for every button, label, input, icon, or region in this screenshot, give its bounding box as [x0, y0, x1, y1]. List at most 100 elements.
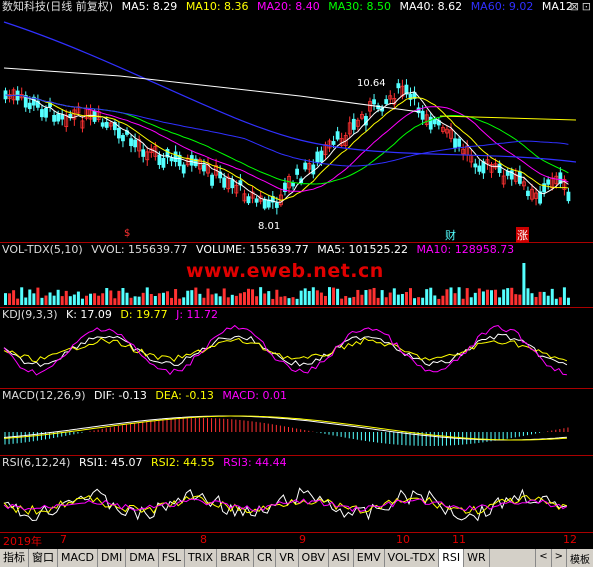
volume-bar [433, 295, 437, 305]
volume-bar [469, 297, 473, 305]
year-label: 2019年 [3, 535, 42, 548]
scroll-right-button[interactable]: > [550, 549, 566, 567]
template-button[interactable]: 模板 [566, 549, 593, 567]
candle-body [295, 168, 300, 175]
tab-emv[interactable]: EMV [354, 549, 385, 567]
volume-bar [429, 287, 433, 305]
tab-trix[interactable]: TRIX [185, 549, 218, 567]
volume-bar [85, 295, 88, 305]
candle-body [311, 164, 316, 175]
volume-bar [202, 297, 206, 305]
volume-bar [222, 288, 226, 305]
candle-body [254, 198, 259, 203]
tab-dmi[interactable]: DMI [98, 549, 127, 567]
volume-bar [506, 288, 510, 305]
candle-body [189, 155, 194, 166]
rsi1-line [3, 487, 568, 522]
volume-bar [473, 292, 477, 305]
candle-body [173, 151, 178, 162]
candle-body [291, 182, 295, 187]
volume-bar [384, 297, 388, 305]
kdj-lines [3, 324, 568, 376]
volume-bar [352, 296, 356, 305]
volume-bar [247, 288, 250, 305]
high-price-label: 10.64 [357, 78, 386, 89]
limit-up-marker[interactable]: 涨 [516, 227, 529, 243]
volume-bar [44, 295, 48, 305]
candle-body [181, 164, 186, 174]
volume-bar [56, 289, 60, 305]
candle-body [266, 199, 271, 208]
volume-bar [534, 296, 538, 305]
volume-bar [113, 298, 117, 305]
tab-cr[interactable]: CR [254, 549, 277, 567]
ma10-line [5, 94, 569, 201]
volume-bar [340, 298, 344, 305]
volume-bar [4, 293, 7, 305]
volume-bar [234, 295, 238, 305]
volume-bar [550, 288, 554, 305]
tab-vr[interactable]: VR [276, 549, 299, 567]
volume-bar [319, 292, 323, 305]
volume-bar [518, 294, 522, 305]
volume-bar [490, 290, 493, 305]
candle-body [315, 151, 320, 163]
candle-body [141, 149, 146, 157]
tab-obv[interactable]: OBV [299, 549, 329, 567]
volume-bar [141, 292, 145, 305]
tab-indicators[interactable]: 指标 [0, 549, 29, 567]
volume-bar [255, 296, 259, 305]
volume-bar [348, 297, 352, 305]
finance-marker[interactable]: 财 [445, 227, 456, 243]
volume-bar [279, 296, 283, 305]
tab-vol-tdx[interactable]: VOL-TDX [385, 549, 440, 567]
tab-dma[interactable]: DMA [126, 549, 159, 567]
month-label: 9 [299, 533, 306, 546]
tab-asi[interactable]: ASI [329, 549, 354, 567]
volume-bar [453, 293, 457, 305]
volume-bar [238, 293, 242, 305]
volume-bar [157, 293, 161, 305]
volume-bar [89, 293, 93, 305]
candle-body [396, 83, 401, 89]
volume-bar [117, 290, 121, 305]
scroll-left-button[interactable]: < [535, 549, 550, 567]
volume-bar [72, 294, 76, 305]
volume-bar [93, 293, 97, 305]
tab-window[interactable]: 窗口 [29, 549, 58, 567]
candle-body [335, 131, 340, 140]
volume-bar [178, 298, 182, 305]
volume-bar [48, 292, 52, 305]
candle-body [303, 162, 308, 170]
tab-macd[interactable]: MACD [58, 549, 98, 567]
volume-bar [190, 290, 194, 305]
candle-body [372, 99, 376, 105]
month-label: 8 [200, 533, 207, 546]
volume-bar [194, 287, 198, 305]
volume-bar [315, 290, 319, 305]
volume-bar [20, 287, 24, 305]
volume-bar [242, 292, 246, 305]
volume-bar [413, 298, 417, 305]
volume-bar [562, 287, 566, 305]
volume-bar [502, 289, 506, 305]
tab-wr[interactable]: WR [464, 549, 490, 567]
candle-body [319, 150, 324, 163]
candle-body [384, 99, 389, 104]
candle-body [546, 179, 551, 185]
dividend-marker[interactable]: $ [124, 228, 130, 239]
candle-body [44, 107, 48, 118]
tab-fsl[interactable]: FSL [159, 549, 185, 567]
candle-body [331, 141, 336, 145]
tab-brar[interactable]: BRAR [217, 549, 255, 567]
tab-rsi[interactable]: RSI [439, 549, 465, 567]
volume-bar [36, 287, 40, 305]
volume-bar [287, 298, 291, 305]
volume-bar [332, 287, 336, 305]
volume-bar [441, 295, 445, 305]
ma20-line [5, 94, 569, 193]
volume-bar [52, 295, 56, 305]
volume-bar [275, 289, 279, 305]
candle-body [40, 109, 44, 118]
volume-bar [133, 296, 137, 305]
